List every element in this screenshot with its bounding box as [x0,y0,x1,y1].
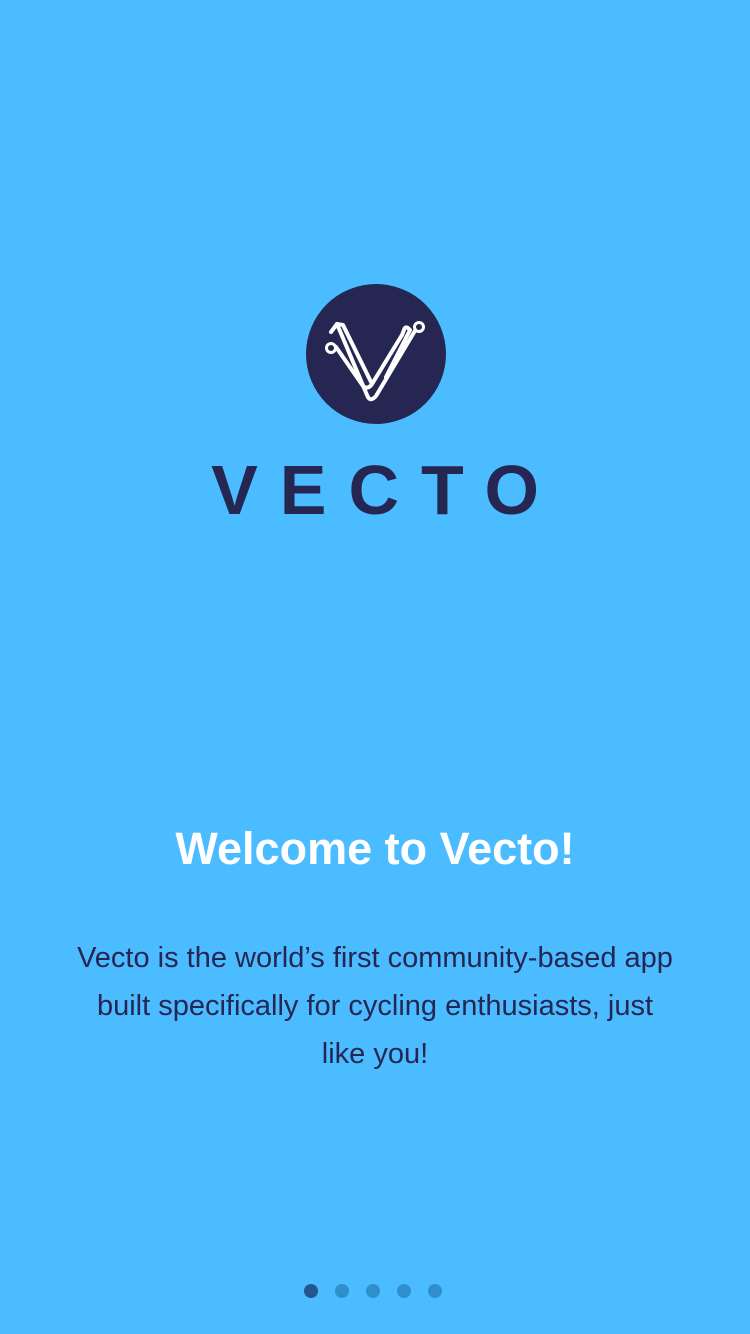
vecto-v-logo-icon [325,321,425,402]
page-indicator [0,1284,750,1298]
page-dot-4[interactable] [397,1284,411,1298]
page-dot-1[interactable] [304,1284,318,1298]
welcome-description: Vecto is the world’s first community-bas… [77,942,673,1070]
page-dot-5[interactable] [428,1284,442,1298]
vecto-wordmark: VECTO [211,451,561,529]
page-dot-2[interactable] [335,1284,349,1298]
welcome-title: Welcome to Vecto! [175,823,575,874]
onboarding-screen: VECTO Welcome to Vecto! Vecto is the wor… [0,0,750,1334]
page-dot-3[interactable] [366,1284,380,1298]
vecto-logo-mark [306,284,446,424]
